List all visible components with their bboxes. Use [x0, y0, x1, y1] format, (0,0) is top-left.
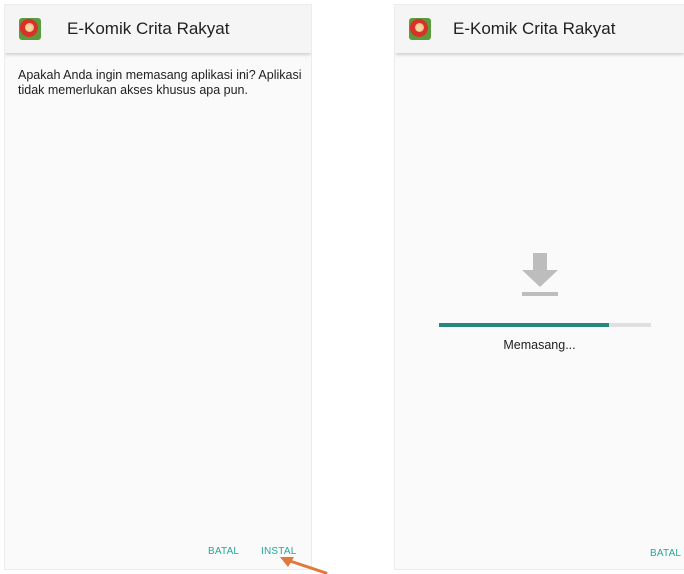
app-bar: E-Komik Crita Rakyat [5, 5, 311, 53]
install-progress-bar [439, 323, 651, 327]
install-prompt-screen: E-Komik Crita Rakyat Apakah Anda ingin m… [5, 5, 311, 569]
screenshot-stage: E-Komik Crita Rakyat Apakah Anda ingin m… [0, 0, 684, 574]
app-icon [409, 18, 431, 40]
cancel-button[interactable]: BATAL [208, 546, 239, 557]
app-title: E-Komik Crita Rakyat [453, 19, 616, 38]
install-progress-fill [439, 323, 609, 327]
install-prompt-text: Apakah Anda ingin memasang aplikasi ini?… [18, 68, 302, 97]
arrow-icon [280, 557, 328, 574]
install-status-text: Memasang... [503, 338, 576, 352]
download-icon [522, 253, 558, 296]
app-title: E-Komik Crita Rakyat [67, 19, 230, 38]
app-bar: E-Komik Crita Rakyat [395, 5, 684, 53]
installing-screen: E-Komik Crita Rakyat Memasang... BATAL [395, 5, 684, 569]
app-icon [19, 18, 41, 40]
cancel-button[interactable]: BATAL [650, 548, 681, 559]
